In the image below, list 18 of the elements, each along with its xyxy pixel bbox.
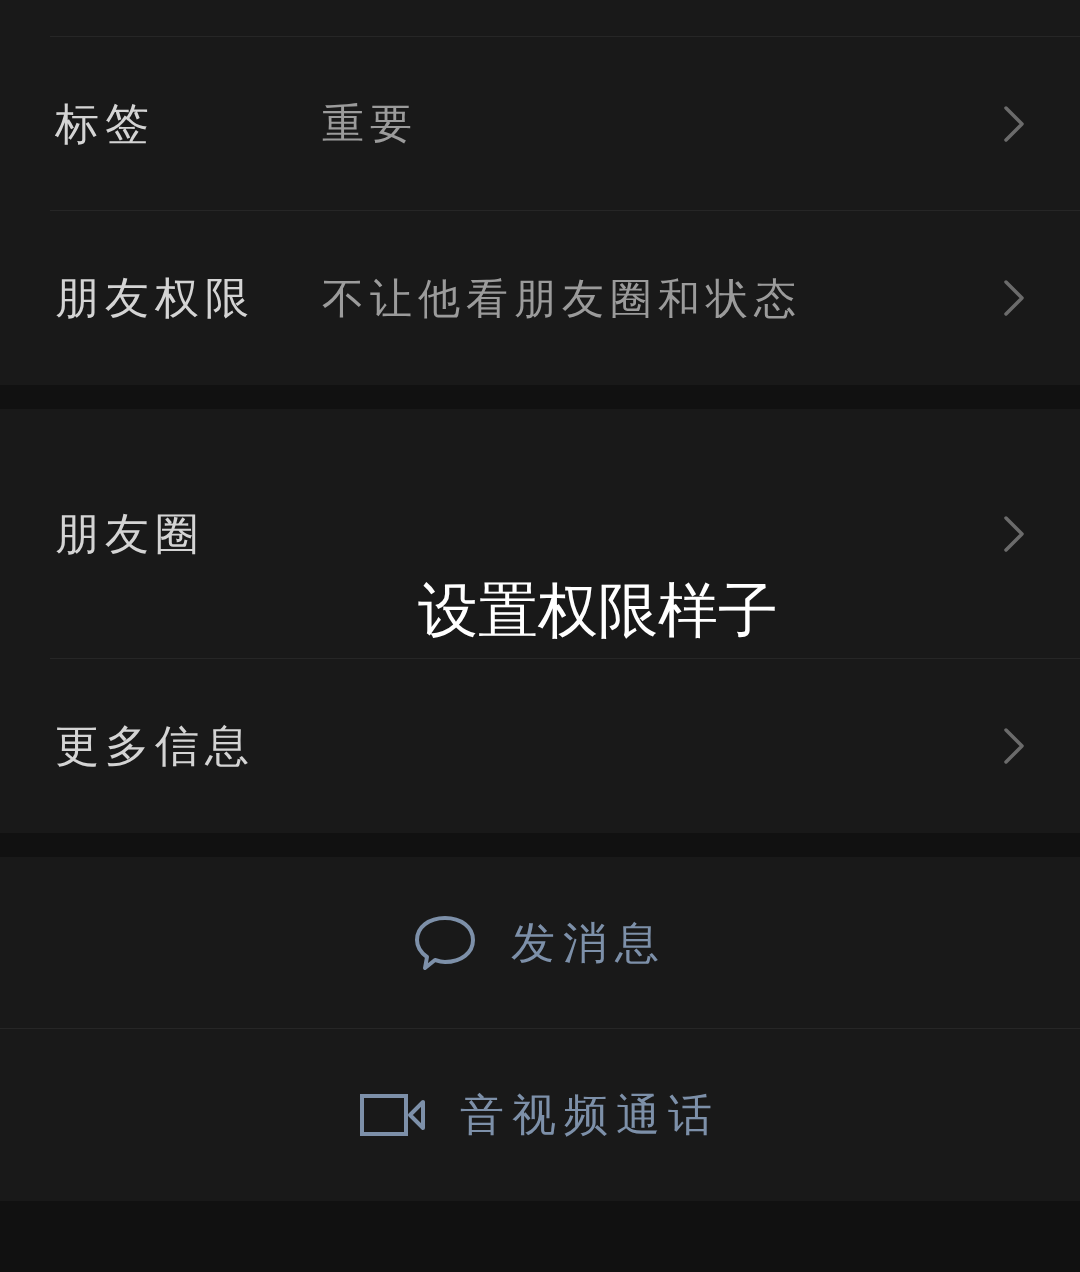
row-label: 更多信息 — [54, 720, 256, 772]
speech-bubble-icon — [413, 913, 477, 972]
settings-row[interactable]: 朋友权限 不让他看朋友圈和状态 — [50, 211, 1080, 385]
chevron-icon — [1002, 278, 1026, 318]
row-label: 标签 — [54, 97, 156, 150]
row-label: 朋友圈 — [54, 507, 206, 560]
row-value: 不让他看朋友圈和状态 — [322, 273, 803, 324]
row-label: 朋友权限 — [54, 272, 256, 324]
settings-row[interactable]: 更多信息 — [50, 659, 1080, 833]
video-camera-icon — [360, 1094, 426, 1136]
action-button[interactable]: 音视频通话 — [0, 1029, 1080, 1201]
caption: 设置权限样子 — [418, 576, 778, 646]
row-value: 重要 — [322, 99, 419, 149]
settings-row[interactable]: 标签 重要 — [50, 37, 1080, 211]
chevron-icon — [1002, 513, 1026, 554]
chevron-icon — [1002, 103, 1026, 144]
chevron-icon — [1002, 726, 1026, 766]
action-button[interactable]: 发消息 — [0, 857, 1080, 1029]
